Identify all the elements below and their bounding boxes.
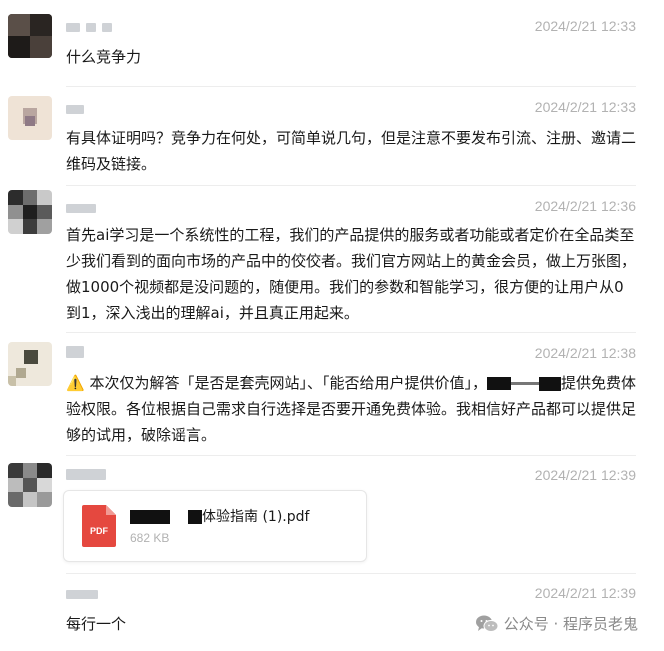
file-attachment[interactable]: PDF 体验指南 (1).pdf 682 KB bbox=[63, 490, 367, 562]
file-name-suffix: 体验指南 (1).pdf bbox=[202, 509, 310, 525]
message-text: 有具体证明吗？竞争力在何处，可简单说几句，但是注意不要发布引流、注册、邀请二维码… bbox=[66, 129, 637, 173]
timestamp: 2024/2/21 12:33 bbox=[534, 18, 636, 34]
warning-icon: ⚠️ bbox=[66, 374, 85, 392]
redacted-block bbox=[188, 510, 202, 524]
pdf-type-label: PDF bbox=[90, 526, 109, 536]
message-text: ⚠️ 本次仅为解答「是否是套壳网站」、「能否给用户提供价值」， 提供免费体验权限。… bbox=[66, 370, 638, 448]
redacted-block bbox=[538, 376, 561, 391]
message-text-part1: 本次仅为解答「是否是套壳网站」、「能否给用户提供价值」， bbox=[89, 374, 487, 392]
divider bbox=[66, 86, 636, 87]
sender-name bbox=[66, 468, 106, 480]
avatar[interactable] bbox=[8, 96, 52, 140]
timestamp: 2024/2/21 12:38 bbox=[534, 345, 636, 361]
sender-name bbox=[66, 21, 112, 33]
timestamp: 2024/2/21 12:36 bbox=[534, 198, 636, 214]
timestamp: 2024/2/21 12:33 bbox=[534, 99, 636, 115]
watermark: 公众号 · 程序员老鬼 bbox=[475, 613, 638, 634]
pdf-file-icon: PDF bbox=[82, 505, 116, 547]
sender-name bbox=[66, 103, 84, 115]
redacted-block bbox=[486, 377, 511, 390]
sender-name bbox=[66, 588, 98, 600]
divider bbox=[66, 185, 636, 186]
divider bbox=[66, 573, 636, 574]
sender-name bbox=[66, 346, 84, 358]
redacted-block bbox=[130, 510, 170, 524]
avatar[interactable] bbox=[8, 463, 52, 507]
avatar[interactable] bbox=[8, 342, 52, 386]
avatar[interactable] bbox=[8, 190, 52, 234]
timestamp: 2024/2/21 12:39 bbox=[534, 585, 636, 601]
file-size: 682 KB bbox=[130, 531, 170, 545]
watermark-text: 公众号 · 程序员老鬼 bbox=[503, 615, 638, 633]
redacted-block bbox=[510, 382, 539, 385]
avatar[interactable] bbox=[8, 14, 52, 58]
divider bbox=[66, 332, 636, 333]
sender-name bbox=[66, 202, 96, 214]
message-text: 首先ai学习是一个系统性的工程，我们的产品提供的服务或者功能或者定价在全品类至少… bbox=[66, 226, 637, 322]
timestamp: 2024/2/21 12:39 bbox=[534, 467, 636, 483]
message-text: 什么竞争力 bbox=[66, 48, 142, 66]
divider bbox=[66, 455, 636, 456]
wechat-icon bbox=[475, 615, 498, 632]
file-name: 体验指南 (1).pdf bbox=[130, 506, 309, 526]
